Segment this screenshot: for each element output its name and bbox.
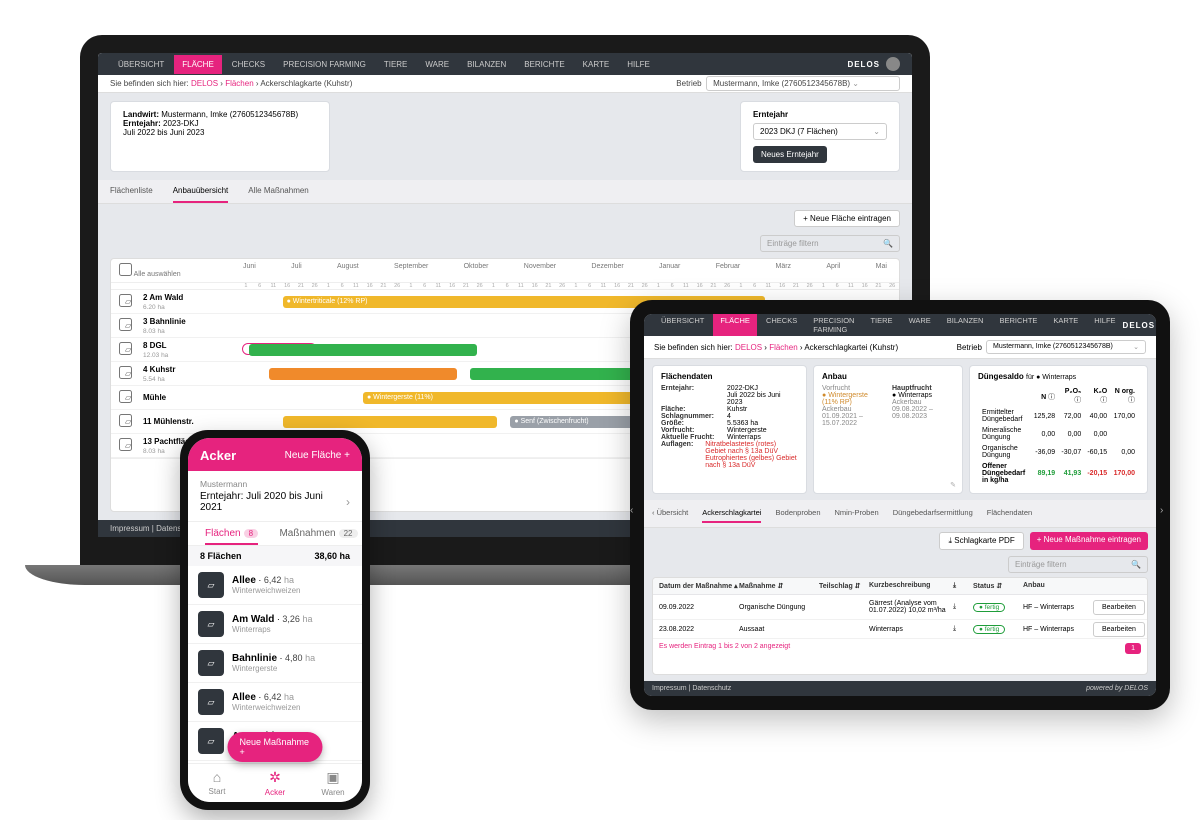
field-icon: ▱ (198, 611, 224, 637)
brand-logo: DELOS (847, 57, 900, 71)
list-summary: 8 Flächen38,60 ha (188, 546, 362, 566)
main-nav: ÜBERSICHTFLÄCHECHECKSPRECISION FARMINGTI… (110, 55, 658, 74)
field-icon: ▱ (125, 417, 143, 426)
list-item[interactable]: ▱Allee · 6,42 haWinterweichweizen (188, 683, 362, 722)
field-icon: ▱ (198, 689, 224, 715)
massnahmen-table: Datum der Maßnahme ▴Maßnahme ⇵Teilschlag… (652, 577, 1148, 675)
subtab-1[interactable]: Ackerschlagkartei (702, 504, 761, 523)
page-1[interactable]: 1 (1125, 643, 1141, 654)
tab-flächen[interactable]: Flächen8 (188, 522, 275, 545)
neue-flaeche-button[interactable]: Neue Fläche + (285, 450, 350, 461)
tab-maßnahmen[interactable]: Maßnahmen22 (275, 522, 362, 545)
bearbeiten-button[interactable]: Bearbeiten (1093, 600, 1145, 615)
chevron-right-icon (346, 495, 350, 509)
nav-tiere[interactable]: TIERE (376, 55, 416, 74)
subtab-5[interactable]: Flächendaten (987, 504, 1032, 523)
bottom-nav: ⌂Start✲Acker▣Waren (188, 763, 362, 802)
avatar[interactable] (886, 57, 900, 71)
footer: Impressum | Datenschutzpowered by DELOS (644, 681, 1156, 696)
tab-2[interactable]: Alle Maßnahmen (248, 180, 308, 203)
phone-subheader[interactable]: Mustermann Erntejahr: Juli 2020 bis Juni… (188, 471, 362, 522)
nav-bilanzen[interactable]: BILANZEN (459, 55, 514, 74)
phone-device: Acker Neue Fläche + Mustermann Erntejahr… (180, 430, 370, 810)
bottomnav-start[interactable]: ⌂Start (188, 764, 246, 802)
betrieb-select[interactable]: Mustermann, Imke (2760512345678B) (706, 76, 900, 91)
tablet-topbar: ÜBERSICHTFLÄCHECHECKSPRECISION FARMINGTI… (644, 314, 1156, 336)
bearbeiten-button[interactable]: Bearbeiten (1093, 622, 1145, 637)
nav-fläche[interactable]: FLÄCHE (174, 55, 222, 74)
neue-massnahme-fab[interactable]: Neue Maßnahme + (228, 732, 323, 762)
list-item[interactable]: ▱Allee · 6,42 haWinterweichweizen (188, 566, 362, 605)
field-icon: ▱ (125, 345, 143, 354)
tab-0[interactable]: Flächenliste (110, 180, 153, 203)
bottomnav-acker[interactable]: ✲Acker (246, 764, 304, 802)
betrieb-select[interactable]: Mustermann, Imke (2760512345678B) (986, 340, 1146, 354)
neue-flaeche-button[interactable]: + Neue Fläche eintragen (794, 210, 900, 227)
bottomnav-waren[interactable]: ▣Waren (304, 764, 362, 802)
phone-tabs: Flächen8Maßnahmen22 (188, 522, 362, 546)
anbau-card: Anbau Vorfrucht ● Wintergerste (11% RP) … (813, 365, 963, 494)
subtab-3[interactable]: Nmin-Proben (835, 504, 879, 523)
nav-übersicht[interactable]: ÜBERSICHT (110, 55, 172, 74)
neue-massnahme-button[interactable]: + Neue Maßnahme eintragen (1030, 532, 1148, 550)
info-card: Landwirt: Mustermann, Imke (276051234567… (110, 101, 330, 172)
flaechendaten-card: Flächendaten Erntejahr:2022-DKJ Juli 202… (652, 365, 807, 494)
field-icon: ▱ (125, 297, 143, 306)
phone-header: Acker Neue Fläche + (188, 438, 362, 471)
filter-input[interactable]: Einträge filtern🔍 (1008, 556, 1148, 573)
nav-ware[interactable]: WARE (417, 55, 457, 74)
tablet-device: ÜBERSICHTFLÄCHECHECKSPRECISION FARMINGTI… (630, 300, 1170, 710)
field-icon: ▱ (125, 393, 143, 402)
erntejahr-select[interactable]: 2023 DKJ (7 Flächen) (753, 123, 887, 140)
subtab-2[interactable]: Bodenproben (775, 504, 820, 523)
table-row[interactable]: 09.09.2022Organische DüngungGärrest (Ana… (653, 595, 1147, 620)
field-icon: ▱ (198, 650, 224, 676)
brand-logo: DELOS (1123, 318, 1156, 332)
laptop-topbar: ÜBERSICHTFLÄCHECHECKSPRECISION FARMINGTI… (98, 53, 912, 75)
nav-karte[interactable]: KARTE (575, 55, 618, 74)
field-icon: ▱ (198, 572, 224, 598)
nav-precision farming[interactable]: PRECISION FARMING (275, 55, 374, 74)
edit-icon[interactable]: ✎ (950, 481, 956, 489)
schlagkarte-pdf-button[interactable]: ⤓ Schlagkarte PDF (939, 532, 1023, 550)
download-icon[interactable]: ⤓ (953, 625, 973, 633)
tab-1[interactable]: Anbauübersicht (173, 180, 229, 203)
pager-info: Es werden Eintrag 1 bis 2 von 2 angezeig… (659, 643, 790, 654)
nav-berichte[interactable]: BERICHTE (516, 55, 572, 74)
download-icon[interactable]: ⤓ (953, 603, 973, 611)
laptop-tabs: Flächenliste Anbauübersicht Alle Maßnahmen (98, 180, 912, 204)
nav-hilfe[interactable]: HILFE (619, 55, 658, 74)
list-item[interactable]: ▱Am Wald · 3,26 haWinterraps (188, 605, 362, 644)
list-item[interactable]: ▱Bahnlinie · 4,80 haWintergerste (188, 644, 362, 683)
erntejahr-card: Erntejahr 2023 DKJ (7 Flächen) Neues Ern… (740, 101, 900, 172)
nav-checks[interactable]: CHECKS (224, 55, 273, 74)
table-row[interactable]: 23.08.2022AussaatWinterraps⤓● fertigHF –… (653, 620, 1147, 639)
breadcrumb: Sie befinden sich hier: DELOS › Flächen … (98, 75, 912, 93)
neues-erntejahr-button[interactable]: Neues Erntejahr (753, 146, 827, 163)
breadcrumb: Sie befinden sich hier: DELOS › Flächen … (644, 336, 1156, 359)
page-title: Acker (200, 448, 236, 463)
select-all-checkbox[interactable] (119, 263, 132, 276)
subtab-0[interactable]: ‹ Übersicht (652, 504, 688, 523)
detail-tabs: ‹ Übersicht Ackerschlagkartei Bodenproben N… (644, 500, 1156, 528)
duengesaldo-card: Düngesaldo für ● Winterraps N ⓘP₂O₅ ⓘK₂O… (969, 365, 1148, 494)
subtab-4[interactable]: Düngebedarfsermittlung (893, 504, 973, 523)
field-icon: ▱ (125, 369, 143, 378)
field-icon: ▱ (125, 321, 143, 330)
field-icon: ▱ (198, 728, 224, 754)
field-icon: ▱ (125, 441, 143, 450)
filter-input[interactable]: Einträge filtern🔍 (760, 235, 900, 252)
